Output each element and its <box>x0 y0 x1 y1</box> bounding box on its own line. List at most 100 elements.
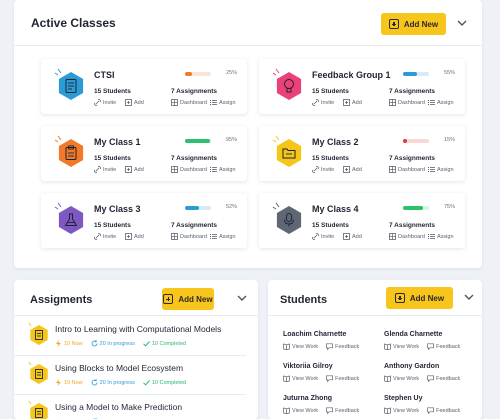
add-class-button[interactable]: Add New <box>381 13 446 35</box>
assign-link[interactable]: Assign <box>428 233 454 240</box>
progress-percent: 15% <box>443 137 455 143</box>
feedback-link[interactable]: Feedback <box>427 407 460 414</box>
student-item: Viktoriia Gilroy View Work Feedback <box>283 363 378 391</box>
dashboard-link[interactable]: Dashboard <box>171 166 207 173</box>
add-student-link[interactable]: Add <box>343 166 362 173</box>
invite-link[interactable]: Invite <box>312 233 334 240</box>
check-icon <box>142 341 150 347</box>
class-name[interactable]: Feedback Group 1 <box>312 70 391 80</box>
student-count: 15 Students <box>312 155 349 162</box>
class-card[interactable]: My Class 1 95% 15 Students 7 Assignments Inv… <box>41 126 247 181</box>
invite-label: Invite <box>321 99 335 106</box>
now-count: 10 Now <box>55 340 83 347</box>
divider <box>14 45 482 46</box>
completed-count: 10 Completed <box>142 379 186 386</box>
dashboard-link[interactable]: Dashboard <box>171 233 207 240</box>
chat-icon <box>427 407 434 414</box>
view-work-link[interactable]: View Work <box>384 375 419 382</box>
view-work-label: View Work <box>393 407 420 414</box>
add-student-button[interactable]: Add New <box>386 287 453 309</box>
feedback-link[interactable]: Feedback <box>427 343 460 350</box>
class-name[interactable]: My Class 4 <box>312 204 359 214</box>
assignment-row[interactable]: Using a Model to Make Prediction10 Now20… <box>14 398 246 419</box>
in-progress-count: 20 In progress <box>91 340 135 347</box>
assign-link[interactable]: Assign <box>210 99 236 106</box>
class-card[interactable]: My Class 2 15% 15 Students 7 Assignments Inv… <box>259 126 465 181</box>
class-card[interactable]: Feedback Group 1 55% 15 Students 7 Assignme… <box>259 59 465 114</box>
assign-link[interactable]: Assign <box>210 166 236 173</box>
class-name[interactable]: My Class 2 <box>312 137 359 147</box>
dashboard-link[interactable]: Dashboard <box>389 166 425 173</box>
assign-link[interactable]: Assign <box>210 233 236 240</box>
add-icon <box>394 293 405 303</box>
assignment-meta: 10 Now 20 In progress 10 Completed <box>55 379 186 386</box>
class-card[interactable]: CTSI 25% 15 Students 7 Assignments Invite Add… <box>41 59 247 114</box>
chevron-down-icon[interactable] <box>463 293 475 301</box>
view-work-label: View Work <box>292 407 319 414</box>
check-icon <box>142 380 150 386</box>
class-card[interactable]: My Class 3 52% 15 Students 7 Assignments Inv… <box>41 193 247 248</box>
invite-link[interactable]: Invite <box>312 166 334 173</box>
dashboard-icon <box>171 166 178 173</box>
add-student-link[interactable]: Add <box>125 166 144 173</box>
class-name[interactable]: My Class 3 <box>94 204 141 214</box>
feedback-link[interactable]: Feedback <box>427 375 460 382</box>
invite-link[interactable]: Invite <box>94 233 116 240</box>
student-name[interactable]: Loachim Charnette <box>283 331 346 338</box>
feedback-label: Feedback <box>436 343 461 350</box>
add-square-icon <box>125 99 132 106</box>
dashboard-link[interactable]: Dashboard <box>171 99 207 106</box>
assignment-title[interactable]: Intro to Learning with Computational Mod… <box>55 324 221 334</box>
assignment-count: 7 Assignments <box>389 155 435 162</box>
student-name[interactable]: Viktoriia Gilroy <box>283 363 333 370</box>
progress-bar <box>185 206 211 210</box>
list-icon <box>428 167 435 172</box>
progress-percent: 55% <box>443 70 455 76</box>
dashboard-link[interactable]: Dashboard <box>389 99 425 106</box>
feedback-link[interactable]: Feedback <box>326 375 359 382</box>
list-icon <box>210 100 217 105</box>
view-work-link[interactable]: View Work <box>283 407 318 414</box>
chat-icon <box>427 343 434 350</box>
assign-link[interactable]: Assign <box>428 99 454 106</box>
chevron-down-icon[interactable] <box>456 19 468 27</box>
feedback-link[interactable]: Feedback <box>326 407 359 414</box>
add-student-link[interactable]: Add <box>125 99 144 106</box>
feedback-link[interactable]: Feedback <box>326 343 359 350</box>
view-work-link[interactable]: View Work <box>283 343 318 350</box>
add-student-link[interactable]: Add <box>343 233 362 240</box>
student-name[interactable]: Stephen Uy <box>384 395 423 402</box>
add-icon <box>163 294 174 304</box>
invite-link[interactable]: Invite <box>312 99 334 106</box>
view-work-link[interactable]: View Work <box>283 375 318 382</box>
invite-link[interactable]: Invite <box>94 99 116 106</box>
view-work-link[interactable]: View Work <box>384 343 419 350</box>
link-icon <box>312 233 319 240</box>
student-name[interactable]: Glenda Charnette <box>384 331 442 338</box>
class-hex-badge <box>54 135 84 167</box>
class-name[interactable]: CTSI <box>94 70 115 80</box>
add-square-icon <box>343 166 350 173</box>
assignment-title[interactable]: Using a Model to Make Prediction <box>55 402 182 412</box>
progress-fill <box>403 206 423 210</box>
assignment-row[interactable]: Intro to Learning with Computational Mod… <box>14 320 246 356</box>
assignment-count: 7 Assignments <box>171 155 217 162</box>
student-count: 15 Students <box>312 88 349 95</box>
assignment-title[interactable]: Using Blocks to Model Ecosystem <box>55 363 183 373</box>
in-progress-label: 20 In progress <box>99 379 135 386</box>
dashboard-link[interactable]: Dashboard <box>389 233 425 240</box>
student-name[interactable]: Anthony Gardon <box>384 363 439 370</box>
add-student-link[interactable]: Add <box>125 233 144 240</box>
class-name[interactable]: My Class 1 <box>94 137 141 147</box>
divider <box>268 315 482 316</box>
in-progress-count: 20 In progress <box>91 379 135 386</box>
add-assignment-button[interactable]: Add New <box>162 288 214 310</box>
assign-link[interactable]: Assign <box>428 166 454 173</box>
chevron-down-icon[interactable] <box>236 294 248 302</box>
view-work-link[interactable]: View Work <box>384 407 419 414</box>
assignment-row[interactable]: Using Blocks to Model Ecosystem 10 Now 20 … <box>14 359 246 395</box>
student-name[interactable]: Juturna Zhong <box>283 395 332 402</box>
class-card[interactable]: My Class 4 75% 15 Students 7 Assignments Inv… <box>259 193 465 248</box>
invite-link[interactable]: Invite <box>94 166 116 173</box>
add-student-link[interactable]: Add <box>343 99 362 106</box>
